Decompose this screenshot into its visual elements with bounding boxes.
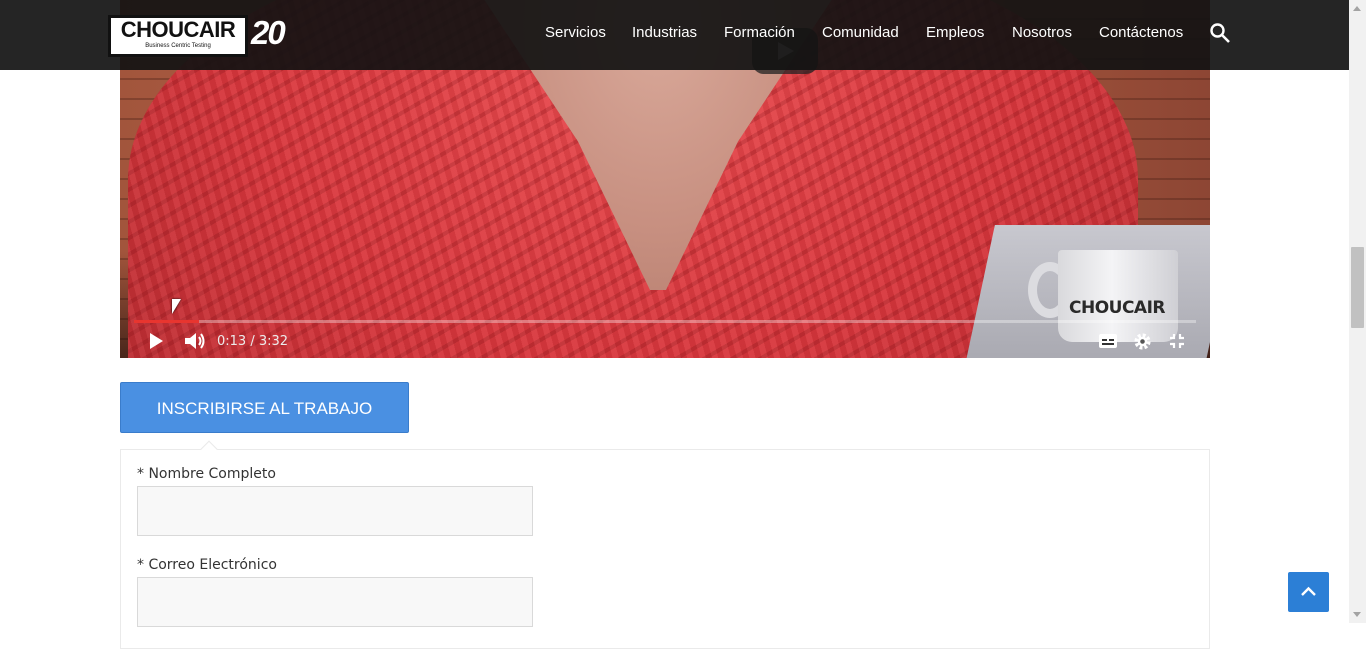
- site-header: CHOUCAIR Business Centric Testing 20 Ser…: [0, 0, 1349, 70]
- play-button[interactable]: [148, 330, 164, 352]
- main-nav: Servicios Industrias Formación Comunidad…: [0, 0, 1349, 70]
- subtitles-button[interactable]: [1098, 330, 1118, 352]
- email-input[interactable]: [137, 577, 533, 627]
- video-time: 0:13 / 3:32: [217, 333, 289, 349]
- mug-logo-text: CHOUCAIR: [1068, 298, 1166, 318]
- chevron-up-icon: [1301, 586, 1316, 596]
- scrollbar-thumb[interactable]: [1351, 247, 1364, 328]
- subtitles-icon: [1099, 334, 1117, 348]
- exit-fullscreen-button[interactable]: [1169, 330, 1185, 352]
- video-progress-bar[interactable]: [134, 320, 1196, 323]
- nav-item-servicios[interactable]: Servicios: [545, 24, 606, 41]
- apply-job-button[interactable]: INSCRIBIRSE AL TRABAJO: [120, 382, 409, 433]
- email-label: * Correo Electrónico: [137, 557, 277, 573]
- full-name-label: * Nombre Completo: [137, 466, 276, 482]
- play-icon: [150, 333, 163, 349]
- scrollbar-down-arrow[interactable]: [1353, 612, 1361, 617]
- search-icon: [1210, 23, 1230, 43]
- volume-icon: [185, 333, 205, 349]
- volume-button[interactable]: [184, 330, 206, 352]
- full-name-input[interactable]: [137, 486, 533, 536]
- mug: [1058, 250, 1178, 342]
- nav-item-formacion[interactable]: Formación: [724, 24, 795, 41]
- nav-item-empleos[interactable]: Empleos: [926, 24, 984, 41]
- gear-icon: [1134, 332, 1151, 350]
- scroll-to-top-button[interactable]: [1288, 572, 1329, 612]
- mouse-cursor: [172, 299, 181, 314]
- search-button[interactable]: [1209, 22, 1233, 46]
- nav-item-nosotros[interactable]: Nosotros: [1012, 24, 1072, 41]
- video-progress-fill: [134, 320, 199, 323]
- nav-item-contactenos[interactable]: Contáctenos: [1099, 24, 1183, 41]
- exit-fullscreen-icon: [1170, 334, 1184, 348]
- nav-item-comunidad[interactable]: Comunidad: [822, 24, 899, 41]
- nav-item-industrias[interactable]: Industrias: [632, 24, 697, 41]
- settings-button[interactable]: [1133, 330, 1152, 352]
- scrollbar-up-arrow[interactable]: [1353, 6, 1361, 11]
